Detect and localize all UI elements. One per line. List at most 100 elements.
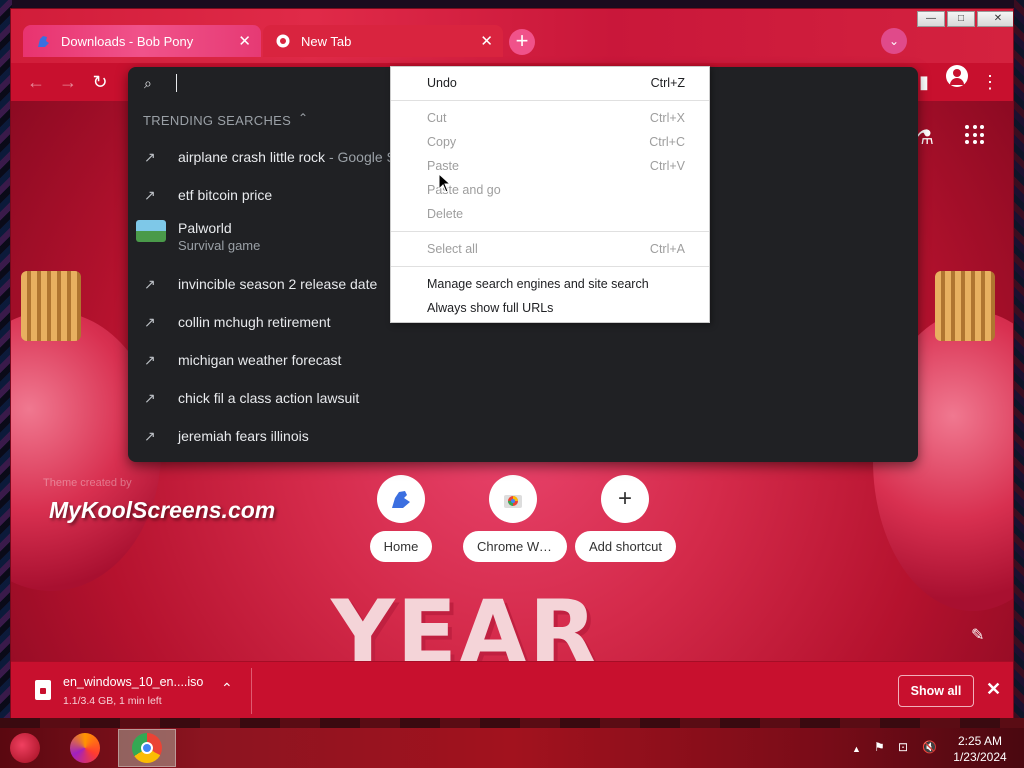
chrome-web-store-icon — [489, 475, 537, 523]
tray-network-icon[interactable]: ⊡ — [898, 740, 908, 754]
suggestion-row[interactable]: ↗ chick fil a class action lawsuit — [128, 379, 918, 417]
menu-item-select-all[interactable]: Select all Ctrl+A — [427, 238, 685, 260]
shortcut-home[interactable]: Home — [351, 475, 451, 567]
menu-item-paste[interactable]: Paste Ctrl+V — [427, 155, 685, 177]
menu-item-delete[interactable]: Delete — [427, 203, 685, 225]
mouse-cursor-icon — [438, 173, 452, 193]
trending-icon: ↗ — [144, 351, 156, 368]
background-year-text: YEAR — [331, 581, 599, 661]
apps-grid-icon[interactable] — [965, 125, 985, 145]
context-menu: Undo Ctrl+Z Cut Ctrl+X Copy Ctrl+C Paste… — [390, 66, 710, 323]
tab-close-icon[interactable]: ✕ — [238, 32, 251, 50]
reload-button[interactable]: ↻ — [89, 71, 111, 93]
clock-date: 1/23/2024 — [953, 750, 1007, 764]
tab-strip: Downloads - Bob Pony ✕ New Tab ✕ + ⌄ — □… — [11, 9, 1013, 63]
trending-icon: ↗ — [144, 427, 156, 444]
suggestion-text: collin mchugh retirement — [178, 314, 331, 330]
menu-item-label: Delete — [427, 207, 464, 221]
trending-icon: ↗ — [144, 313, 156, 330]
forward-button[interactable]: → — [57, 71, 79, 93]
menu-item-shortcut: Ctrl+V — [649, 159, 685, 173]
suggestion-text: etf bitcoin price — [178, 187, 273, 203]
tab-close-icon[interactable]: ✕ — [480, 32, 493, 50]
menu-item-label: Undo — [427, 76, 457, 90]
desktop-edge-right — [1014, 0, 1024, 728]
tray-up-icon[interactable]: ▲ — [852, 744, 861, 754]
menu-item-manage-search-engines[interactable]: Manage search engines and site search — [427, 273, 685, 295]
menu-item-label: Copy — [427, 135, 457, 149]
new-tab-button[interactable]: + — [509, 29, 535, 55]
menu-item-undo[interactable]: Undo Ctrl+Z — [427, 72, 685, 94]
menu-item-cut[interactable]: Cut Ctrl+X — [427, 107, 685, 129]
menu-item-shortcut: Ctrl+C — [649, 135, 685, 149]
chevron-up-icon[interactable]: ⌃ — [221, 680, 233, 697]
ornament-cap-right — [935, 271, 995, 341]
menu-item-shortcut: Ctrl+X — [649, 111, 685, 125]
menu-item-label: Select all — [427, 242, 478, 256]
window-controls: — □ ✕ — [915, 11, 1013, 27]
close-icon[interactable]: ✕ — [986, 679, 1001, 700]
menu-button[interactable]: ⋮ — [979, 71, 1001, 93]
show-all-button[interactable]: Show all — [898, 675, 974, 707]
chrome-taskbar-icon[interactable] — [132, 733, 162, 763]
menu-item-shortcut: Ctrl+A — [649, 242, 685, 256]
watermark: MyKoolScreens.com — [49, 497, 276, 523]
back-button[interactable]: ← — [25, 71, 47, 93]
menu-item-label: Cut — [427, 111, 447, 125]
edit-icon[interactable]: ✎ — [971, 625, 984, 645]
shortcut-label: Add shortcut — [575, 531, 676, 562]
tab-new-tab[interactable]: New Tab ✕ — [263, 25, 503, 57]
start-button-icon[interactable] — [10, 733, 40, 763]
menu-item-label: Always show full URLs — [427, 301, 554, 315]
menu-item-paste-and-go[interactable]: Paste and go — [427, 179, 685, 201]
theme-credit[interactable]: Theme created by — [43, 477, 132, 489]
ornament-cap-left — [21, 271, 81, 341]
shortcut-add[interactable]: + Add shortcut — [575, 475, 676, 567]
tray-flag-icon[interactable]: ⚑ — [874, 740, 885, 754]
tab-search-button[interactable]: ⌄ — [881, 28, 907, 54]
download-bar: en_windows_10_en....iso 1.1/3.4 GB, 1 mi… — [11, 661, 1013, 719]
chrome-icon — [275, 33, 291, 49]
divider — [251, 668, 252, 714]
minimize-button[interactable]: — — [917, 11, 945, 27]
trending-icon: ↗ — [144, 148, 156, 165]
taskbar-clock[interactable]: 2:25 AM 1/23/2024 — [950, 733, 1010, 765]
download-file-name[interactable]: en_windows_10_en....iso — [63, 675, 203, 689]
maximize-button[interactable]: □ — [947, 11, 975, 27]
collapse-chevron-icon[interactable]: ⌃ — [298, 111, 308, 125]
trending-icon: ↗ — [144, 389, 156, 406]
tab-title: New Tab — [301, 33, 352, 49]
labs-icon[interactable]: ⚗ — [916, 125, 934, 150]
menu-item-label: Manage search engines and site search — [427, 277, 649, 291]
profile-avatar-icon[interactable] — [946, 65, 968, 87]
shortcut-label: Home — [369, 531, 433, 562]
suggestion-text: Palworld — [178, 220, 232, 236]
download-status: 1.1/3.4 GB, 1 min left — [63, 695, 162, 707]
menu-item-always-show-full-urls[interactable]: Always show full URLs — [427, 297, 685, 319]
suggestion-row[interactable]: ↗ michigan weather forecast — [128, 341, 918, 379]
trending-searches-header: TRENDING SEARCHES — [143, 113, 292, 128]
firefox-icon[interactable] — [70, 733, 100, 763]
tray-volume-icon[interactable]: 🔇 — [922, 740, 937, 754]
shortcut-label: Chrome Web ... — [463, 531, 567, 562]
file-icon — [35, 680, 51, 700]
text-caret — [176, 74, 177, 92]
suggestion-text: airplane crash little rock — [178, 149, 326, 165]
tab-title: Downloads - Bob Pony — [61, 33, 194, 49]
menu-separator — [391, 100, 709, 101]
bob-pony-icon — [377, 475, 425, 523]
menu-item-copy[interactable]: Copy Ctrl+C — [427, 131, 685, 153]
tab-downloads-bob-pony[interactable]: Downloads - Bob Pony ✕ — [23, 25, 261, 57]
suggestion-row[interactable]: ↗ jeremiah fears illinois — [128, 417, 918, 455]
menu-item-label: Paste — [427, 159, 459, 173]
menu-separator — [391, 266, 709, 267]
close-window-button[interactable]: ✕ — [977, 11, 1013, 27]
menu-item-shortcut: Ctrl+Z — [650, 76, 685, 90]
plus-icon: + — [601, 475, 649, 523]
search-icon: ⌕ — [144, 74, 152, 91]
menu-separator — [391, 231, 709, 232]
shortcut-chrome-web-store[interactable]: Chrome Web ... — [463, 475, 567, 567]
palworld-thumbnail — [136, 220, 166, 242]
suggestion-text: jeremiah fears illinois — [178, 428, 309, 444]
suggestion-text: michigan weather forecast — [178, 352, 342, 368]
